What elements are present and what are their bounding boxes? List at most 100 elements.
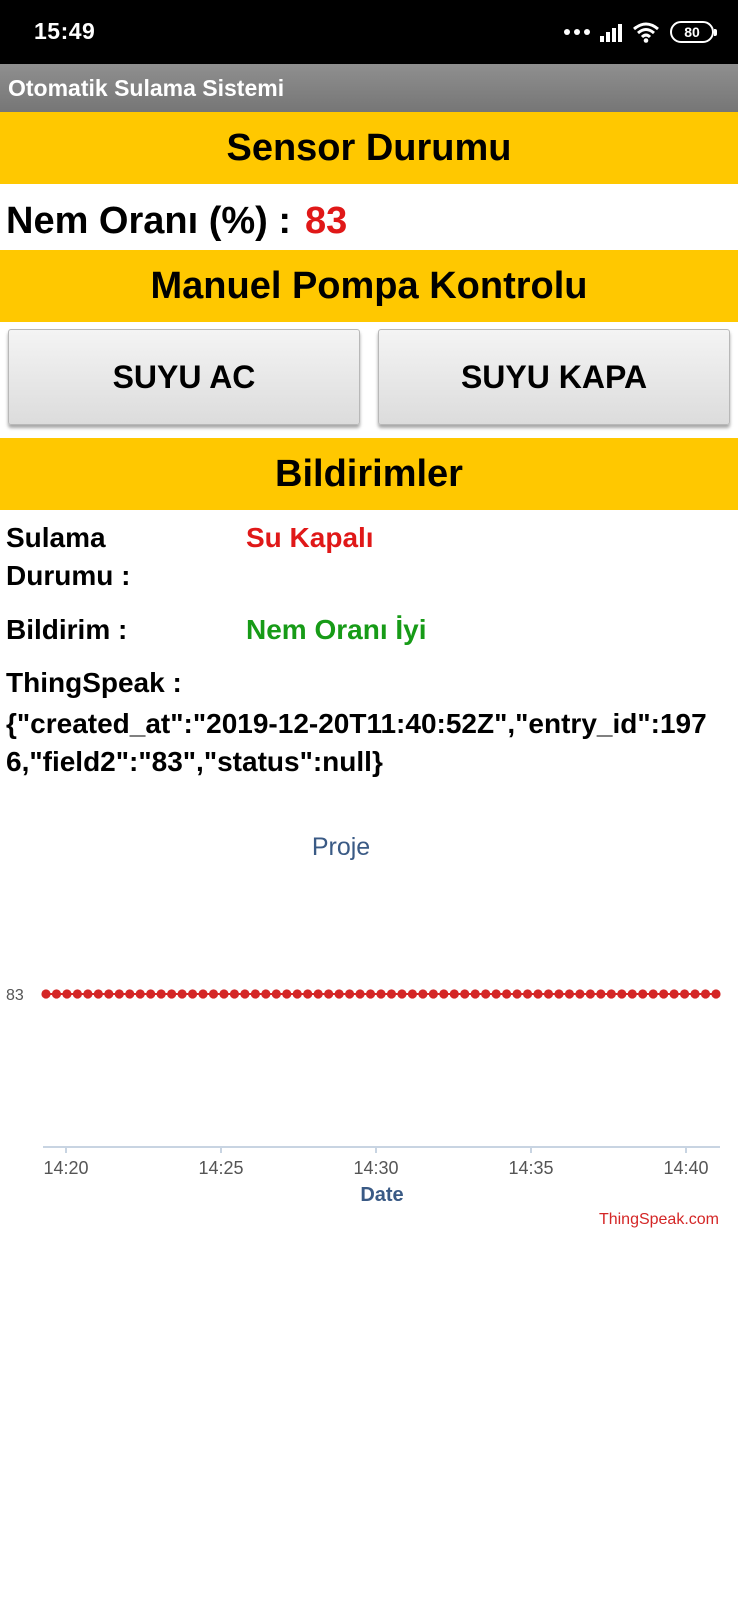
notifications-section-header: Bildirimler: [0, 438, 738, 510]
more-dots-icon: [564, 29, 590, 35]
data-point: [135, 989, 145, 999]
data-point: [470, 989, 480, 999]
x-axis-label: Date: [360, 1184, 403, 1206]
data-point: [679, 989, 690, 999]
data-point: [156, 989, 166, 999]
y-tick-label: 83: [6, 987, 24, 1004]
data-point: [271, 989, 281, 999]
humidity-value: 83: [305, 200, 348, 242]
data-point: [638, 989, 648, 999]
data-point: [449, 989, 459, 999]
thingspeak-label: ThingSpeak :: [6, 667, 182, 698]
data-point: [250, 989, 260, 999]
data-point: [313, 989, 323, 999]
data-point: [502, 989, 512, 999]
data-point: [386, 989, 397, 999]
battery-level: 80: [684, 24, 700, 40]
data-point: [439, 989, 449, 999]
data-point: [355, 989, 365, 999]
chart-title: Proje: [312, 833, 370, 861]
data-point: [125, 989, 135, 999]
irrigation-status-label: Sulama Durumu :: [6, 522, 131, 591]
x-tick-label: 14:30: [353, 1158, 398, 1178]
data-point: [617, 989, 627, 999]
data-point: [543, 989, 554, 999]
data-point: [93, 989, 103, 999]
data-point: [606, 989, 616, 999]
x-tick-label: 14:25: [198, 1158, 243, 1178]
data-point: [481, 989, 491, 999]
data-point: [292, 989, 302, 999]
data-point: [219, 989, 229, 999]
data-point: [167, 989, 177, 999]
app-title: Otomatik Sulama Sistemi: [8, 75, 285, 101]
data-point: [585, 989, 595, 999]
app-title-bar: Otomatik Sulama Sistemi: [0, 64, 738, 112]
data-point: [146, 989, 156, 999]
data-point: [522, 989, 533, 999]
data-point: [344, 989, 355, 999]
pump-section-header: Manuel Pompa Kontrolu: [0, 250, 738, 322]
data-point: [627, 989, 637, 999]
data-point: [229, 989, 240, 999]
thingspeak-json: {"created_at":"2019-12-20T11:40:52Z","en…: [6, 708, 707, 777]
data-point: [669, 989, 679, 999]
data-point: [407, 989, 418, 999]
status-bar: 15:49 80: [0, 0, 738, 64]
data-point: [334, 989, 344, 999]
thingspeak-chart: Proje 83 14:20 14:25 14:30 14:35 14:40 Date …: [0, 820, 738, 1240]
data-point: [554, 989, 564, 999]
data-point: [51, 989, 62, 999]
data-point: [62, 989, 72, 999]
data-point: [397, 989, 407, 999]
data-point: [198, 989, 208, 999]
data-point: [303, 989, 313, 999]
x-tick-label: 14:40: [663, 1158, 708, 1178]
wifi-icon: [633, 22, 659, 43]
data-point: [240, 989, 250, 999]
data-point: [376, 989, 386, 999]
data-point: [491, 989, 501, 999]
data-point: [596, 989, 606, 999]
data-point: [208, 989, 219, 999]
battery-icon: 80: [670, 21, 717, 43]
chart-svg: Proje 83 14:20 14:25 14:30 14:35 14:40 Date …: [6, 833, 721, 1228]
data-point: [659, 989, 669, 999]
status-icons: 80: [564, 18, 717, 46]
humidity-label: Nem Oranı (%) :: [6, 200, 292, 242]
signal-icon: [600, 22, 622, 42]
data-point: [648, 989, 658, 999]
data-point: [365, 989, 376, 999]
data-point: [700, 989, 711, 999]
sensor-section-header: Sensor Durumu: [0, 112, 738, 184]
water-on-button[interactable]: SUYU AC: [8, 329, 360, 425]
data-point: [187, 989, 198, 999]
data-point: [114, 989, 124, 999]
data-point: [512, 989, 522, 999]
data-point: [690, 989, 700, 999]
irrigation-status-value: Su Kapalı: [246, 522, 374, 553]
data-point: [177, 989, 187, 999]
data-point: [104, 989, 114, 999]
notice-value: Nem Oranı İyi: [246, 614, 427, 645]
data-point: [575, 989, 585, 999]
data-point: [324, 989, 334, 999]
x-tick-label: 14:35: [508, 1158, 553, 1178]
data-point: [72, 989, 83, 999]
data-point: [428, 989, 438, 999]
data-point: [282, 989, 292, 999]
status-time: 15:49: [34, 18, 96, 44]
data-point: [261, 989, 271, 999]
water-off-button[interactable]: SUYU KAPA: [378, 329, 730, 425]
humidity-row: Nem Oranı (%) : 83: [6, 200, 347, 243]
notice-label: Bildirim :: [6, 614, 128, 645]
data-point: [564, 989, 575, 999]
data-point: [83, 989, 93, 999]
data-point: [418, 989, 428, 999]
data-point: [533, 989, 543, 999]
data-point: [41, 989, 51, 999]
chart-credit: ThingSpeak.com: [599, 1211, 719, 1228]
data-point: [460, 989, 470, 999]
x-tick-label: 14:20: [43, 1158, 88, 1178]
data-point: [711, 989, 721, 999]
